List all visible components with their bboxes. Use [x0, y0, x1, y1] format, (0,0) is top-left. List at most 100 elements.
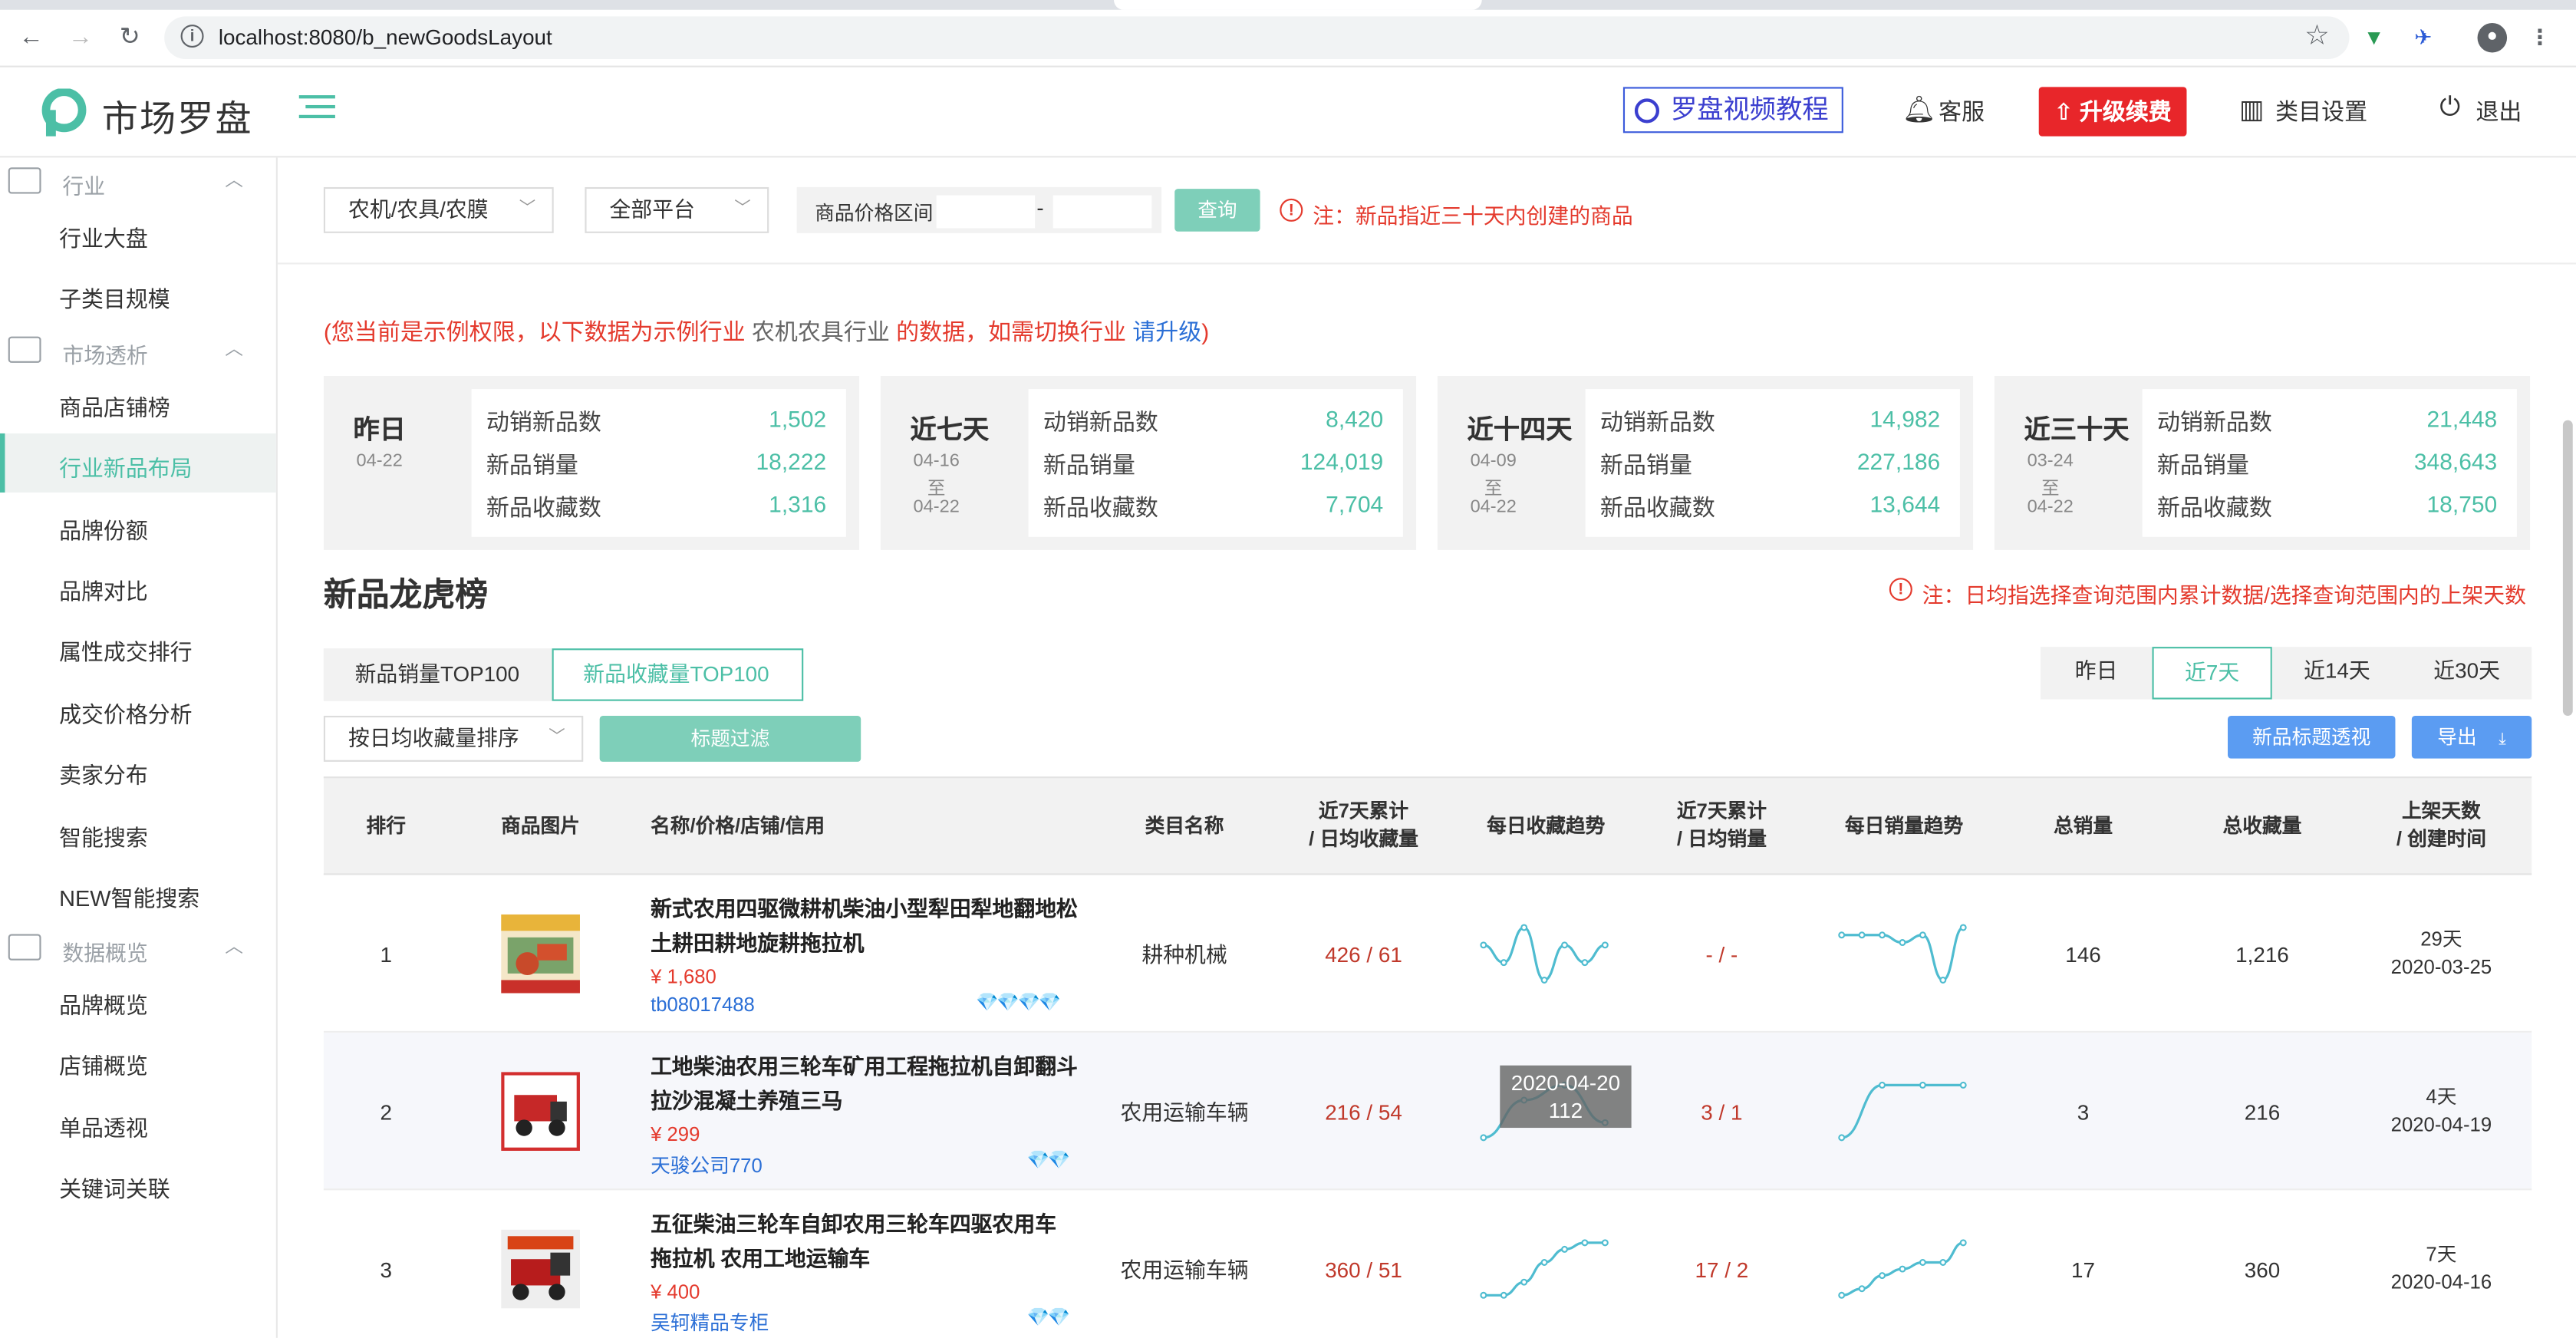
sidebar-item[interactable]: 品牌份额: [0, 496, 276, 555]
price-max-input[interactable]: [1052, 195, 1152, 229]
extension-icon[interactable]: ✈: [2410, 25, 2436, 51]
col-total-sales[interactable]: 总销量: [2008, 778, 2159, 873]
trend-point[interactable]: [1899, 939, 1906, 947]
vue-devtools-icon[interactable]: ▼: [2360, 25, 2387, 51]
sidebar-item[interactable]: 子类目规模: [0, 265, 276, 324]
trend-point[interactable]: [1959, 1081, 1967, 1089]
category-settings-button[interactable]: ▥ 类目设置: [2239, 95, 2367, 128]
trend-point[interactable]: [1500, 959, 1507, 967]
browser-tab[interactable]: [1114, 0, 1482, 10]
sidebar-item[interactable]: 品牌对比: [0, 556, 276, 615]
customer-service-button[interactable]: 🔔︎ 客服: [1902, 95, 1985, 128]
sidebar-group-overview[interactable]: 数据概览 ︿: [0, 928, 276, 971]
tab-sales-top100[interactable]: 新品销量TOP100: [323, 648, 552, 701]
sidebar-item[interactable]: 卖家分布: [0, 740, 276, 799]
price-min-input[interactable]: [936, 195, 1036, 229]
sidebar-item-active[interactable]: 行业新品布局: [0, 433, 276, 493]
sidebar-item[interactable]: NEW智能搜索: [0, 864, 276, 923]
sidebar-item[interactable]: 行业大盘: [0, 203, 276, 262]
favorites-trend-chart[interactable]: [1477, 921, 1612, 987]
trend-point[interactable]: [1480, 1291, 1487, 1299]
trend-point[interactable]: [1520, 924, 1528, 931]
product-image[interactable]: [501, 914, 580, 994]
forward-icon[interactable]: →: [62, 20, 98, 56]
shop-link[interactable]: 吴轲精品专柜: [651, 1308, 769, 1336]
trend-point[interactable]: [1939, 976, 1947, 984]
sales-trend-chart[interactable]: [1835, 1079, 1970, 1145]
trend-point[interactable]: [1500, 1291, 1507, 1299]
table-row[interactable]: 1 新式农用四驱微耕机柴油小型犁田犁地翻地松土耕田耕地旋耕拖拉机 ¥ 1,680…: [323, 875, 2532, 1033]
trend-point[interactable]: [1581, 1239, 1589, 1247]
trend-point[interactable]: [1540, 976, 1548, 984]
trend-point[interactable]: [1919, 931, 1926, 939]
title-perspective-button[interactable]: 新品标题透视: [2228, 715, 2396, 759]
address-bar[interactable]: i localhost:8080/b_newGoodsLayout ☆: [164, 16, 2350, 60]
trend-point[interactable]: [1480, 941, 1487, 949]
sort-select[interactable]: 按日均收藏量排序 ﹀: [323, 715, 584, 762]
logout-button[interactable]: ⏻ 退出: [2439, 94, 2522, 128]
bookmark-star-icon[interactable]: ☆: [2304, 20, 2330, 53]
trend-point[interactable]: [1581, 959, 1589, 967]
trend-point[interactable]: [1899, 1265, 1906, 1273]
menu-toggle-icon[interactable]: [298, 95, 335, 125]
trend-point[interactable]: [1540, 1259, 1548, 1266]
sidebar-item[interactable]: 成交价格分析: [0, 680, 276, 739]
trend-point[interactable]: [1858, 1285, 1866, 1293]
export-button[interactable]: 导出 ⤓: [2411, 715, 2532, 759]
platform-select[interactable]: 全部平台 ﹀: [585, 186, 769, 233]
product-name[interactable]: 五征柴油三轮车自卸农用三轮车四驱农用车 拖拉机 农用工地运输车: [651, 1207, 1081, 1276]
page-scrollbar[interactable]: [2562, 420, 2573, 716]
trend-point[interactable]: [1959, 924, 1967, 931]
col-7d-favorites[interactable]: 近7天累计 / 日均收藏量: [1280, 778, 1447, 873]
category-select[interactable]: 农机/农具/农膜 ﹀: [323, 186, 554, 233]
trend-point[interactable]: [1879, 1272, 1886, 1280]
sidebar-item[interactable]: 单品透视: [0, 1093, 276, 1152]
period-14days[interactable]: 近14天: [2271, 647, 2403, 700]
period-30days[interactable]: 近30天: [2402, 647, 2532, 700]
sidebar-group-market[interactable]: 市场透析 ︿: [0, 330, 276, 373]
back-icon[interactable]: ←: [13, 20, 49, 56]
trend-point[interactable]: [1561, 941, 1569, 949]
shop-link[interactable]: tb08017488: [651, 994, 755, 1017]
sidebar-item[interactable]: 店铺概览: [0, 1031, 276, 1090]
query-button[interactable]: 查询: [1174, 189, 1260, 232]
upgrade-button[interactable]: ⇧ 升级续费: [2038, 87, 2187, 137]
trend-point[interactable]: [1919, 1259, 1926, 1266]
sidebar-item[interactable]: 属性成交排行: [0, 618, 276, 677]
trend-point[interactable]: [1601, 1239, 1609, 1247]
reload-icon[interactable]: ↻: [112, 20, 148, 56]
tab-favorites-top100[interactable]: 新品收藏量TOP100: [552, 648, 804, 701]
sales-trend-chart[interactable]: [1835, 921, 1970, 987]
product-image[interactable]: [501, 1229, 580, 1309]
table-row[interactable]: 2 工地柴油农用三轮车矿用工程拖拉机自卸翻斗拉沙混凝土养殖三马 ¥ 299 天骏…: [323, 1032, 2532, 1191]
product-name[interactable]: 工地柴油农用三轮车矿用工程拖拉机自卸翻斗拉沙混凝土养殖三马: [651, 1049, 1081, 1118]
upgrade-link[interactable]: 请升级: [1132, 318, 1201, 344]
sidebar-item[interactable]: 商品店铺榜: [0, 373, 276, 432]
sidebar-group-industry[interactable]: 行业 ︿: [0, 161, 276, 204]
trend-point[interactable]: [1858, 931, 1866, 939]
trend-point[interactable]: [1838, 931, 1846, 939]
trend-point[interactable]: [1838, 1134, 1846, 1142]
trend-point[interactable]: [1939, 1259, 1947, 1266]
favorites-trend-chart[interactable]: [1477, 1236, 1612, 1302]
trend-point[interactable]: [1959, 1239, 1967, 1247]
product-image[interactable]: [501, 1072, 580, 1151]
video-tutorial-button[interactable]: 罗盘视频教程: [1622, 87, 1843, 133]
shop-link[interactable]: 天骏公司770: [651, 1151, 763, 1178]
sidebar-item[interactable]: 智能搜索: [0, 802, 276, 862]
trend-point[interactable]: [1601, 941, 1609, 949]
period-yesterday[interactable]: 昨日: [2040, 647, 2153, 700]
sales-trend-chart[interactable]: [1835, 1236, 1970, 1302]
site-info-icon[interactable]: i: [180, 25, 204, 48]
period-7days[interactable]: 近7天: [2152, 647, 2272, 700]
product-name[interactable]: 新式农用四驱微耕机柴油小型犁田犁地翻地松土耕田耕地旋耕拖拉机: [651, 891, 1081, 961]
sidebar-item[interactable]: 品牌概览: [0, 971, 276, 1030]
sidebar-item[interactable]: 关键词关联: [0, 1154, 276, 1213]
col-listing-days[interactable]: 上架天数 / 创建时间: [2360, 778, 2522, 873]
table-row[interactable]: 3 五征柴油三轮车自卸农用三轮车四驱农用车 拖拉机 农用工地运输车 ¥ 400 …: [324, 1190, 2532, 1338]
col-total-favorites[interactable]: 总收藏量: [2186, 778, 2337, 873]
trend-point[interactable]: [1480, 1134, 1487, 1142]
trend-point[interactable]: [1561, 1245, 1569, 1253]
trend-point[interactable]: [1838, 1291, 1846, 1299]
trend-point[interactable]: [1520, 1278, 1528, 1286]
